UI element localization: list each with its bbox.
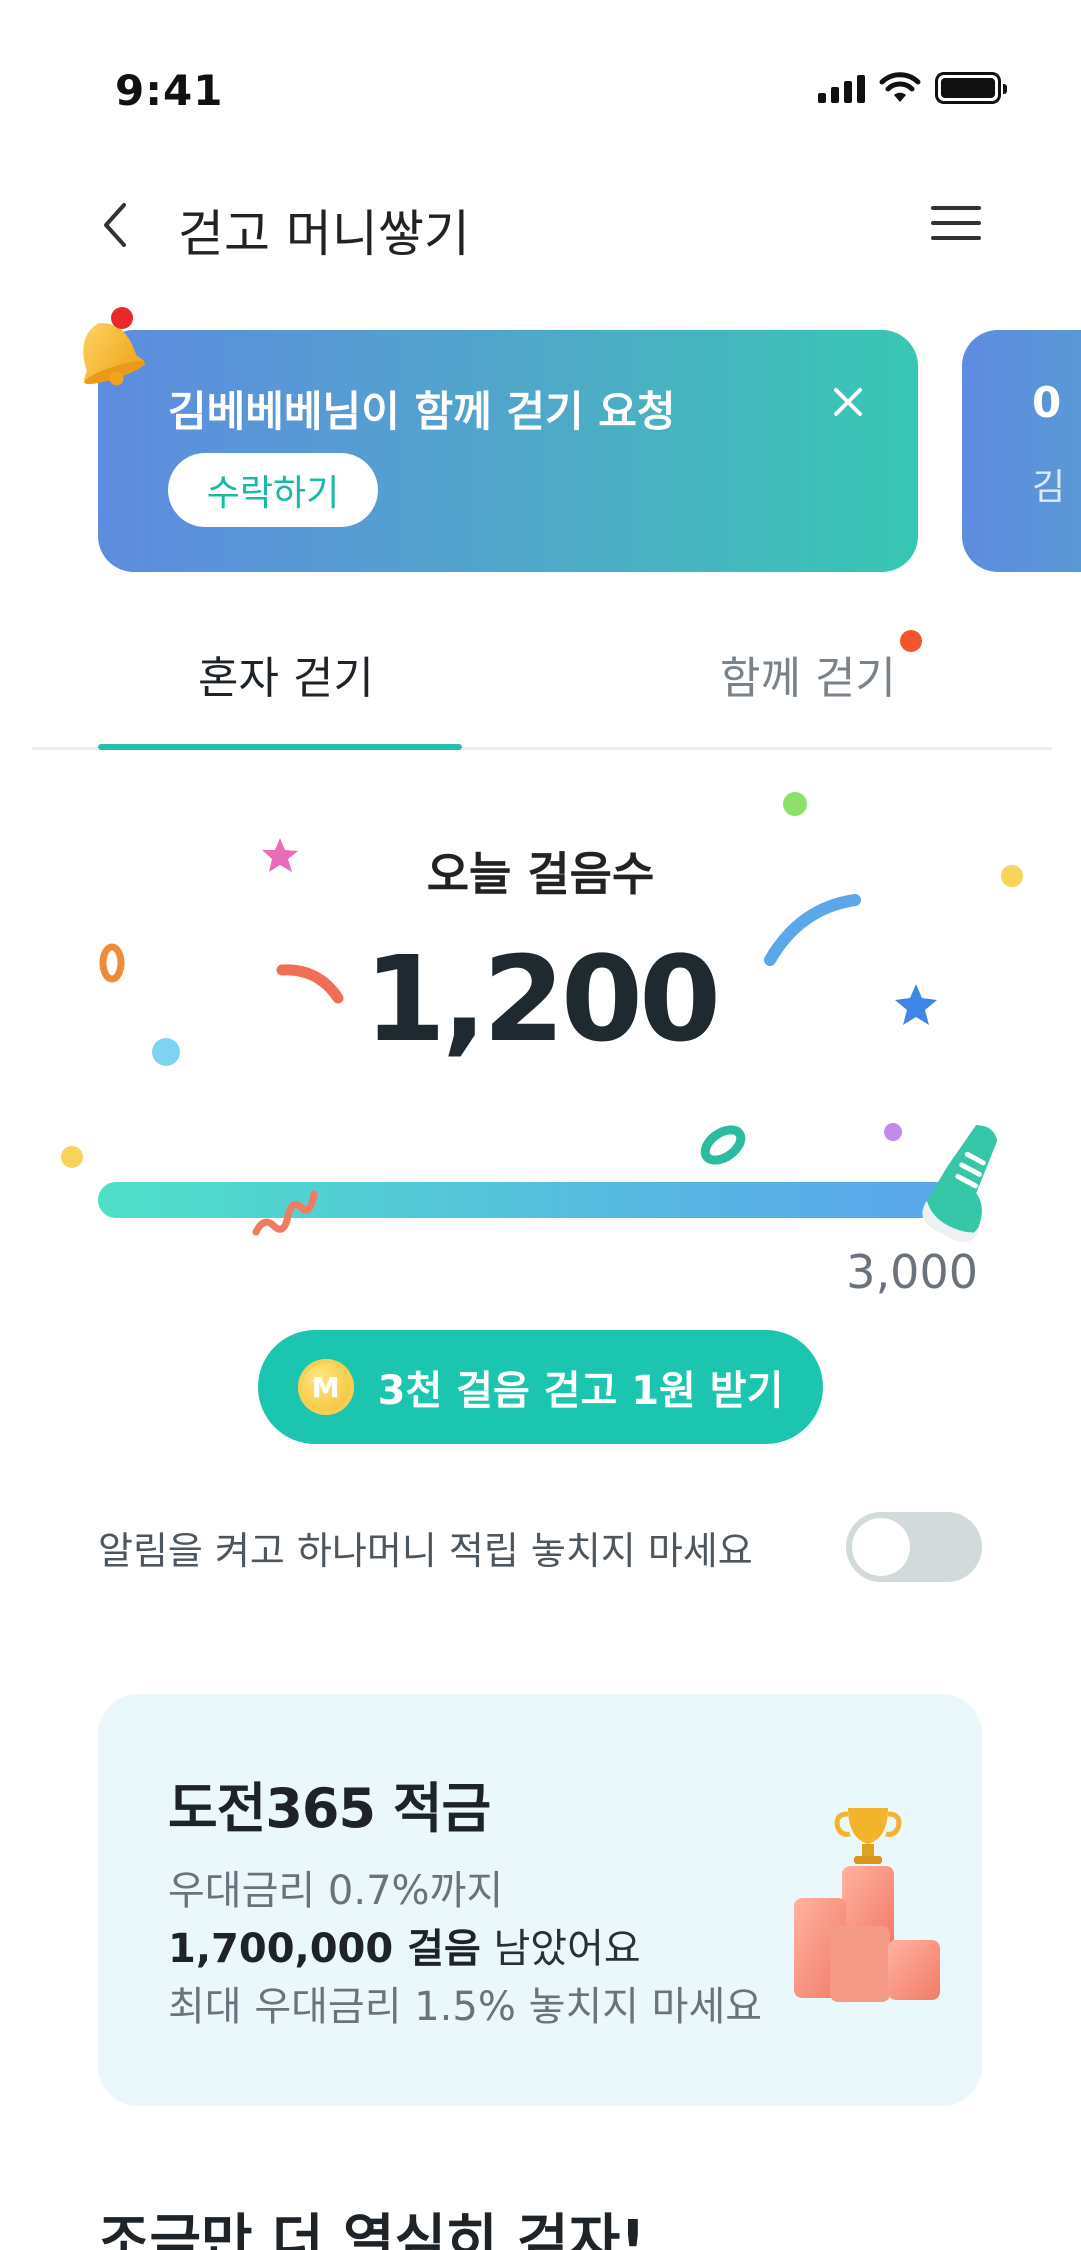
banner-title: 김베베베님이 함께 걷기 요청 [168,387,676,436]
card-max-rate-text: 최대 우대금리 1.5% 놓치지 마세요 [168,1984,763,2030]
app-header: 걷고 머니쌓기 [0,180,1081,270]
notification-toggle[interactable] [846,1512,982,1582]
steps-progress-bar [98,1182,958,1218]
card-title: 도전365 적금 [168,1777,491,1840]
coin-icon: M [297,1359,354,1415]
remaining-steps: 1,700,000 걸음 [168,1926,481,1972]
status-bar: 9:41 [0,0,1081,130]
walk-tabs: 혼자 걷기 함께 걷기 [32,620,1052,750]
wifi-icon [879,72,921,102]
status-time: 9:41 [115,66,224,115]
hamburger-icon-line [931,206,981,210]
peek-subtitle: 김 [1032,467,1066,508]
card-rate-text: 우대금리 0.7%까지 [168,1868,504,1914]
steps-label: 오늘 걸음수 [426,847,655,901]
notification-dot [900,630,922,652]
status-icons [818,72,1007,104]
claim-reward-button[interactable]: M 3천 걸음 걷고 1원 받기 [258,1330,823,1444]
bell-icon [83,307,146,386]
tab-solo-walk[interactable]: 혼자 걷기 [198,642,374,706]
active-tab-indicator [98,744,462,750]
card-remaining-text: 1,700,000 걸음 남았어요 [168,1916,641,1974]
trophy-podium-icon [794,1808,940,2002]
battery-icon [935,72,1007,104]
cellular-signal-icon [818,73,865,103]
steps-count: 1,200 [363,930,721,1068]
chevron-left-icon [104,203,126,247]
challenge-savings-card[interactable]: 도전365 적금 우대금리 0.7%까지 1,700,000 걸음 남았어요 최… [98,1694,982,2106]
notification-setting-label: 알림을 켜고 하나머니 적립 놓치지 마세요 [98,1529,753,1573]
section-title: 조금만 더 열심히 걷자! [98,2209,646,2250]
steps-progress-fill [98,1182,958,1218]
hamburger-icon-line [931,221,981,225]
steps-goal: 3,000 [846,1245,978,1299]
remaining-suffix: 남았어요 [480,1926,641,1972]
close-icon [834,388,862,416]
sneaker-icon [922,1125,998,1243]
toggle-knob [852,1518,910,1576]
peek-title: 0 [1032,378,1062,427]
walk-request-banner: 김베베베님이 함께 걷기 요청 수락하기 [98,330,918,572]
accept-button[interactable]: 수락하기 [168,453,378,527]
reward-button-label: 3천 걸음 걷고 1원 받기 [377,1368,784,1414]
squiggle-decoration [252,1190,318,1236]
back-button[interactable] [85,195,145,255]
hamburger-icon-line [931,236,981,240]
next-banner-peek[interactable]: 0 김 [962,330,1081,572]
page-title: 걷고 머니쌓기 [178,205,470,263]
banner-close-button[interactable] [826,380,870,424]
menu-button[interactable] [926,198,986,248]
tab-together-walk[interactable]: 함께 걷기 [720,642,896,706]
